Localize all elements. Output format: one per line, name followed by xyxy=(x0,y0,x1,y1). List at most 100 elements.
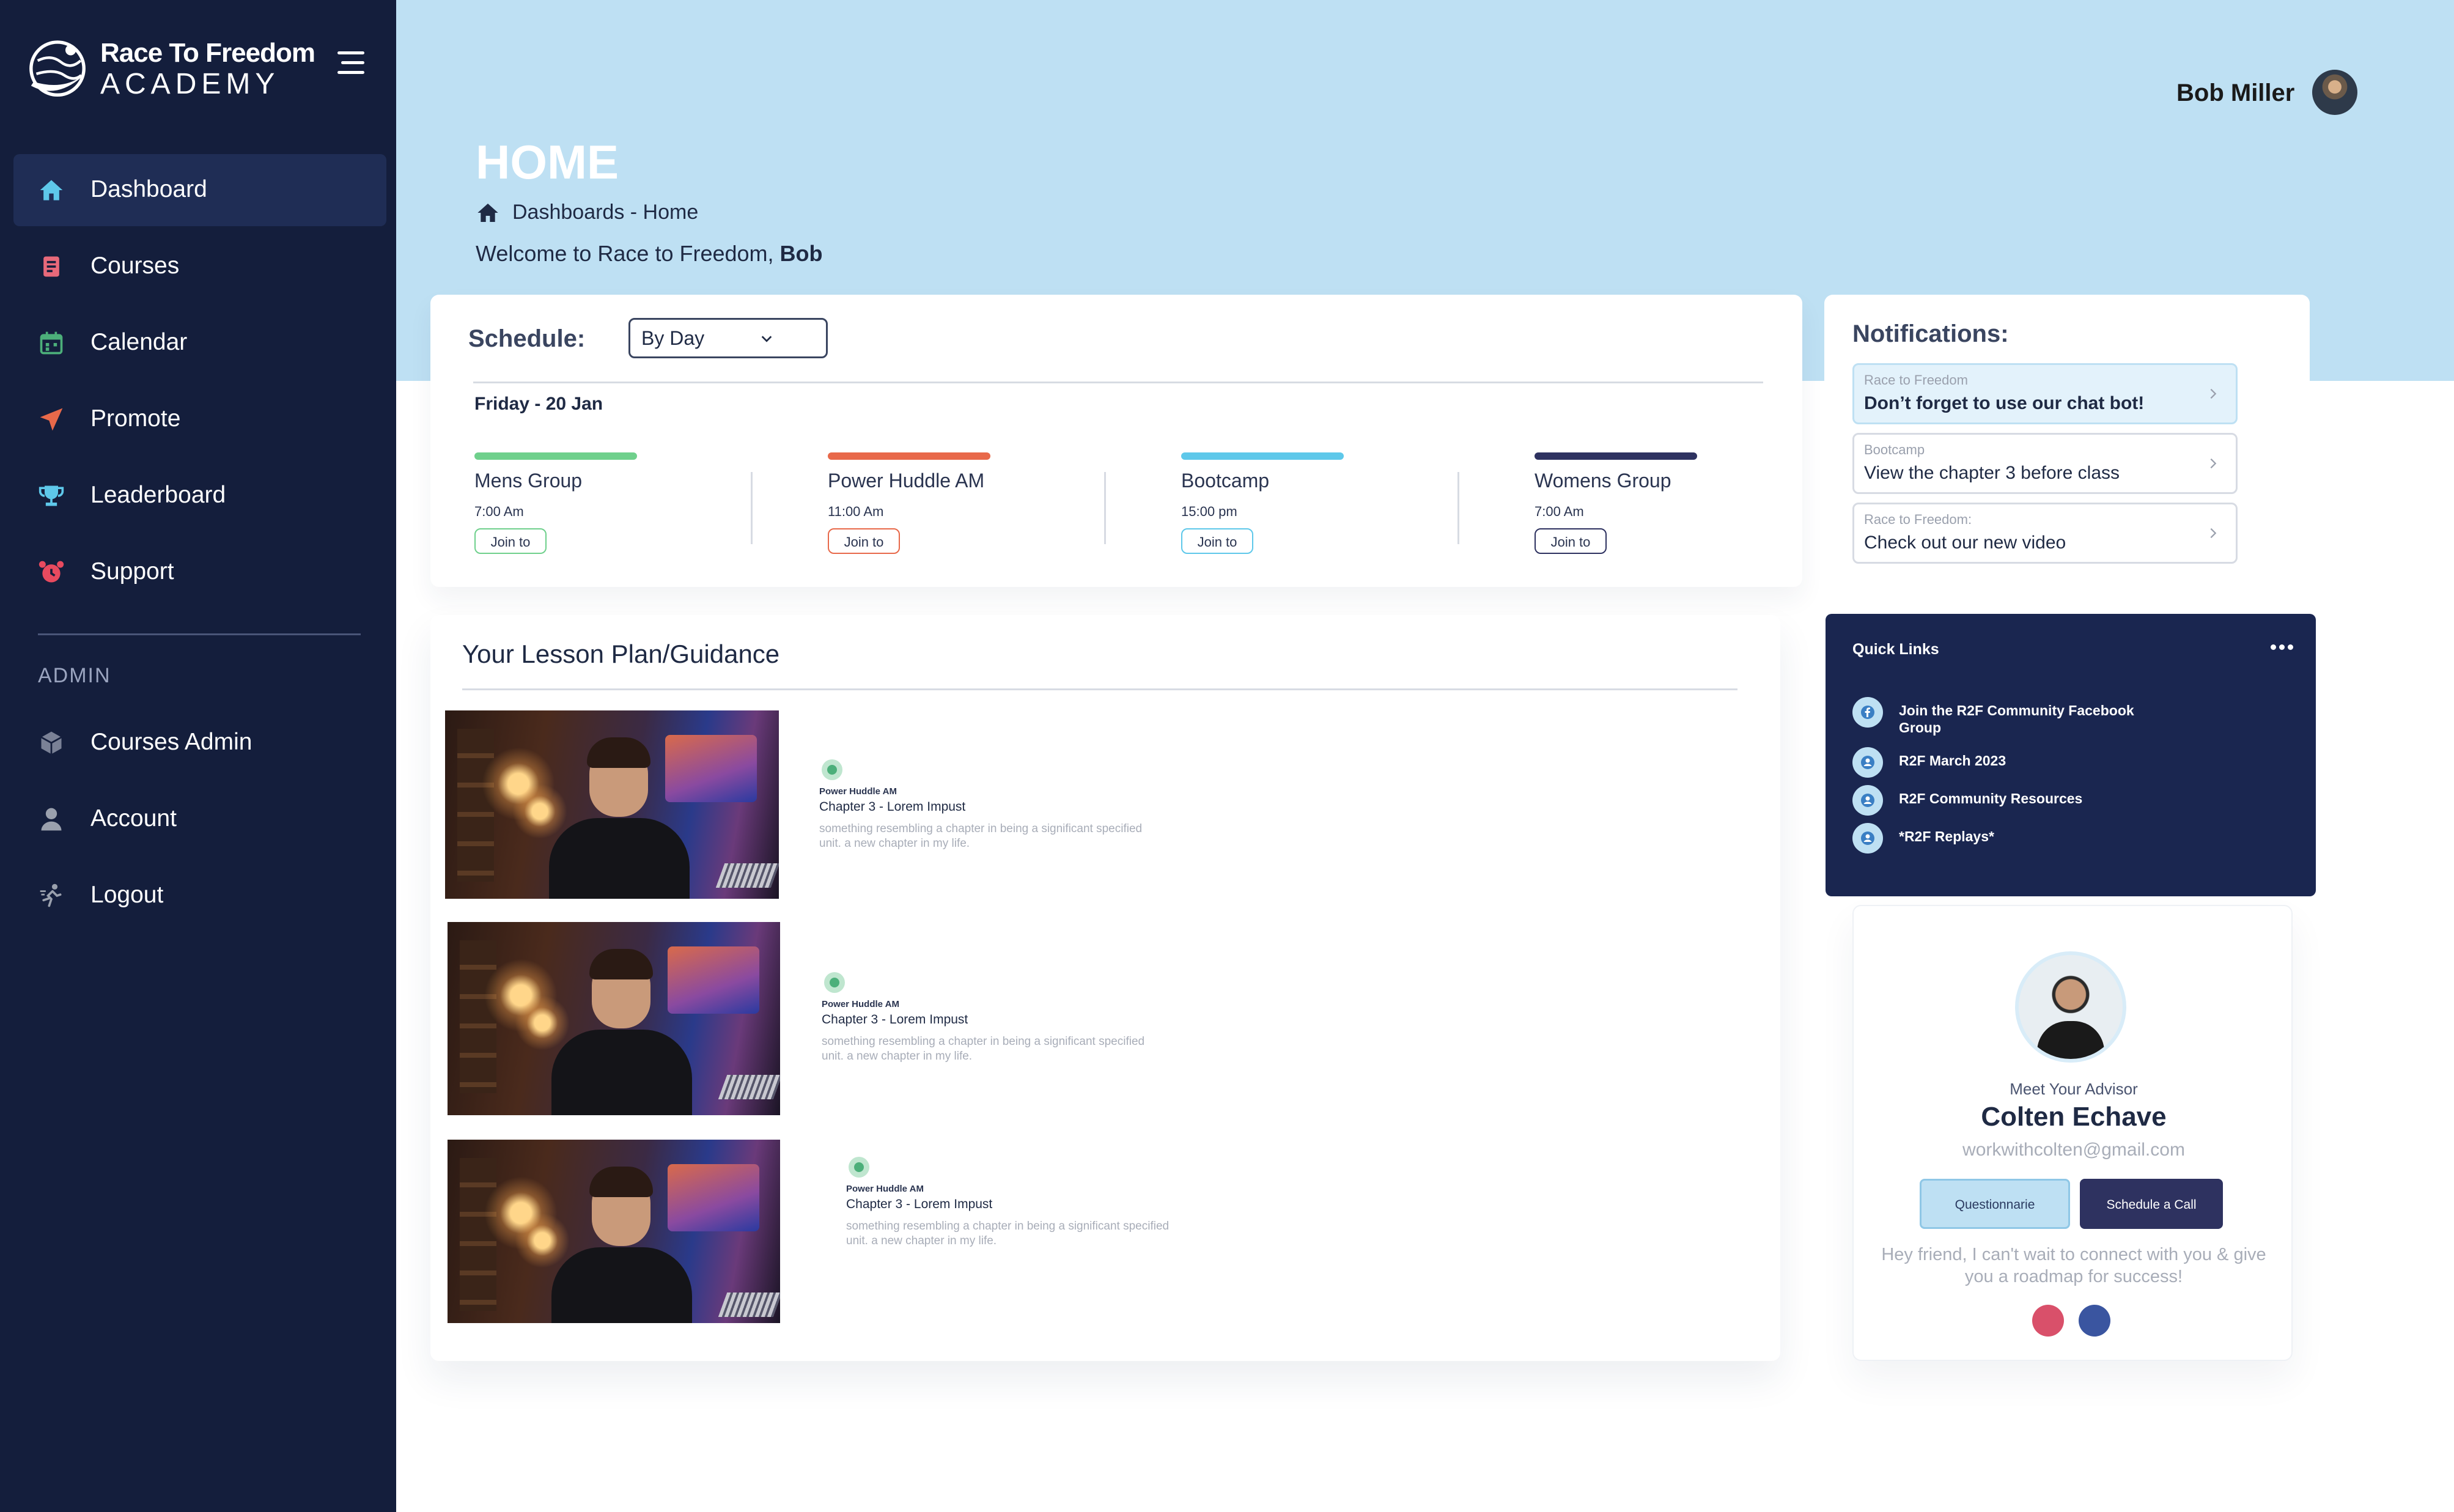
lesson-item[interactable]: Power Huddle AM Chapter 3 - Lorem Impust… xyxy=(445,1140,1240,1335)
notifications-title: Notifications: xyxy=(1852,320,2009,347)
status-dot-icon xyxy=(822,759,842,780)
social-link-icon[interactable] xyxy=(2079,1305,2110,1337)
lesson-group: Power Huddle AM xyxy=(819,786,897,797)
page-title: HOME xyxy=(476,135,619,189)
welcome-message: Welcome to Race to Freedom, Bob xyxy=(476,241,823,267)
join-button[interactable]: Join to xyxy=(1535,528,1607,554)
video-thumbnail[interactable] xyxy=(448,1140,780,1323)
questionnaire-button[interactable]: Questionnarie xyxy=(1920,1179,2070,1229)
sidebar-item-support[interactable]: Support xyxy=(13,536,386,608)
box-icon xyxy=(40,731,62,754)
welcome-user-name: Bob xyxy=(779,241,823,266)
quick-link-item[interactable]: *R2F Replays* xyxy=(1852,823,2280,860)
quick-link-item[interactable]: R2F Community Resources xyxy=(1852,785,2280,822)
video-thumbnail[interactable] xyxy=(445,710,779,899)
event-time: 11:00 Am xyxy=(828,504,884,519)
quick-link-label: R2F March 2023 xyxy=(1899,753,2006,769)
sidebar-item-calendar[interactable]: Calendar xyxy=(13,307,386,379)
sidebar-item-courses[interactable]: Courses xyxy=(13,230,386,303)
notification-source: Race to Freedom: xyxy=(1864,512,1972,527)
advisor-email[interactable]: workwithcolten@gmail.com xyxy=(1854,1140,2294,1160)
event-name: Mens Group xyxy=(474,470,583,492)
event-separator xyxy=(1457,472,1459,544)
lesson-chapter: Chapter 3 - Lorem Impust xyxy=(846,1197,993,1211)
advisor-meet-label: Meet Your Advisor xyxy=(2010,1080,2138,1098)
brand-logo[interactable]: Race To Freedom ACADEMY xyxy=(24,29,315,103)
quick-links-title: Quick Links xyxy=(1852,641,1939,658)
sidebar-item-logout[interactable]: Logout xyxy=(13,860,386,932)
sidebar: Race To Freedom ACADEMY Dashboard Course… xyxy=(0,0,396,1512)
lesson-item[interactable]: Power Huddle AM Chapter 3 - Lorem Impust… xyxy=(445,710,1240,906)
sidebar-item-courses-admin[interactable]: Courses Admin xyxy=(13,707,386,779)
home-icon xyxy=(40,180,63,201)
event-color-bar xyxy=(1535,452,1697,460)
lesson-item[interactable]: Power Huddle AM Chapter 3 - Lorem Impust… xyxy=(445,922,1240,1118)
join-button[interactable]: Join to xyxy=(828,528,900,554)
quick-links-card: Quick Links Join the R2F Community Faceb… xyxy=(1826,614,2316,896)
lesson-group: Power Huddle AM xyxy=(846,1184,924,1194)
notification-message: View the chapter 3 before class xyxy=(1864,463,2120,483)
join-button[interactable]: Join to xyxy=(474,528,547,554)
notification-item[interactable]: Race to Freedom Don’t forget to use our … xyxy=(1852,363,2238,424)
notifications-card: Notifications: Race to Freedom Don’t for… xyxy=(1824,295,2310,587)
event-separator xyxy=(1104,472,1106,544)
notification-item[interactable]: Bootcamp View the chapter 3 before class xyxy=(1852,433,2238,494)
runner-icon xyxy=(40,883,62,907)
lesson-plan-card: Your Lesson Plan/Guidance Power Huddle A… xyxy=(430,615,1780,1361)
status-dot-icon xyxy=(824,972,845,993)
lesson-group: Power Huddle AM xyxy=(822,999,899,1009)
chevron-right-icon xyxy=(2210,528,2217,539)
advisor-name: Colten Echave xyxy=(1981,1102,2167,1132)
schedule-view-select[interactable]: By Day xyxy=(628,318,828,358)
home-icon[interactable] xyxy=(476,201,500,225)
sidebar-item-label: Calendar xyxy=(90,329,188,355)
schedule-divider xyxy=(473,382,1763,383)
event-name: Bootcamp xyxy=(1181,470,1270,492)
globe-logo-icon xyxy=(29,40,86,97)
admin-section-label: ADMIN xyxy=(38,664,111,687)
sidebar-item-leaderboard[interactable]: Leaderboard xyxy=(13,460,386,532)
user-name[interactable]: Bob Miller xyxy=(2176,79,2294,107)
user-icon xyxy=(1852,785,1883,816)
notification-item[interactable]: Race to Freedom: Check out our new video xyxy=(1852,503,2238,564)
advisor-avatar xyxy=(2015,951,2126,1063)
event-time: 7:00 Am xyxy=(1535,504,1584,519)
more-options-icon[interactable] xyxy=(2271,641,2295,653)
event-name: Womens Group xyxy=(1535,470,1671,492)
schedule-card: Schedule: By Day Friday - 20 Jan Mens Gr… xyxy=(430,295,1802,587)
social-link-icon[interactable] xyxy=(2032,1305,2064,1337)
status-dot-icon xyxy=(849,1157,869,1178)
notification-source: Bootcamp xyxy=(1864,442,1925,457)
welcome-prefix: Welcome to Race to Freedom, xyxy=(476,241,780,266)
sidebar-item-promote[interactable]: Promote xyxy=(13,383,386,455)
video-thumbnail[interactable] xyxy=(448,922,780,1115)
quick-link-item[interactable]: R2F March 2023 xyxy=(1852,747,2280,784)
join-button[interactable]: Join to xyxy=(1181,528,1253,554)
schedule-call-button[interactable]: Schedule a Call xyxy=(2080,1179,2223,1229)
breadcrumb-text[interactable]: Dashboards - Home xyxy=(512,201,698,224)
event-color-bar xyxy=(474,452,637,460)
schedule-call-button-label: Schedule a Call xyxy=(2106,1198,2197,1212)
alarm-clock-icon xyxy=(39,561,64,583)
lesson-chapter: Chapter 3 - Lorem Impust xyxy=(822,1012,968,1027)
schedule-event: Mens Group 7:00 Am Join to xyxy=(474,452,756,569)
user-icon xyxy=(1852,823,1883,854)
sidebar-item-account[interactable]: Account xyxy=(13,783,386,855)
avatar[interactable] xyxy=(2312,70,2357,115)
advisor-card: Meet Your Advisor Colten Echave workwith… xyxy=(1852,905,2293,1361)
menu-toggle-icon[interactable] xyxy=(330,51,364,76)
sidebar-item-dashboard[interactable]: Dashboard xyxy=(13,154,386,226)
send-icon xyxy=(40,408,63,431)
chevron-right-icon xyxy=(2210,388,2217,399)
sidebar-item-label: Courses Admin xyxy=(90,729,252,755)
book-icon xyxy=(43,256,59,277)
join-button-label: Join to xyxy=(1550,534,1591,550)
sidebar-divider xyxy=(38,633,361,635)
quick-link-item[interactable]: Join the R2F Community Facebook Group xyxy=(1852,697,2280,736)
schedule-event: Womens Group 7:00 Am Join to xyxy=(1535,452,1816,569)
calendar-icon xyxy=(40,331,63,355)
brand-name-line2: ACADEMY xyxy=(100,68,280,100)
lesson-description: something resembling a chapter in being … xyxy=(846,1220,1170,1247)
sidebar-item-label: Logout xyxy=(90,882,164,908)
sidebar-item-label: Support xyxy=(90,558,174,585)
